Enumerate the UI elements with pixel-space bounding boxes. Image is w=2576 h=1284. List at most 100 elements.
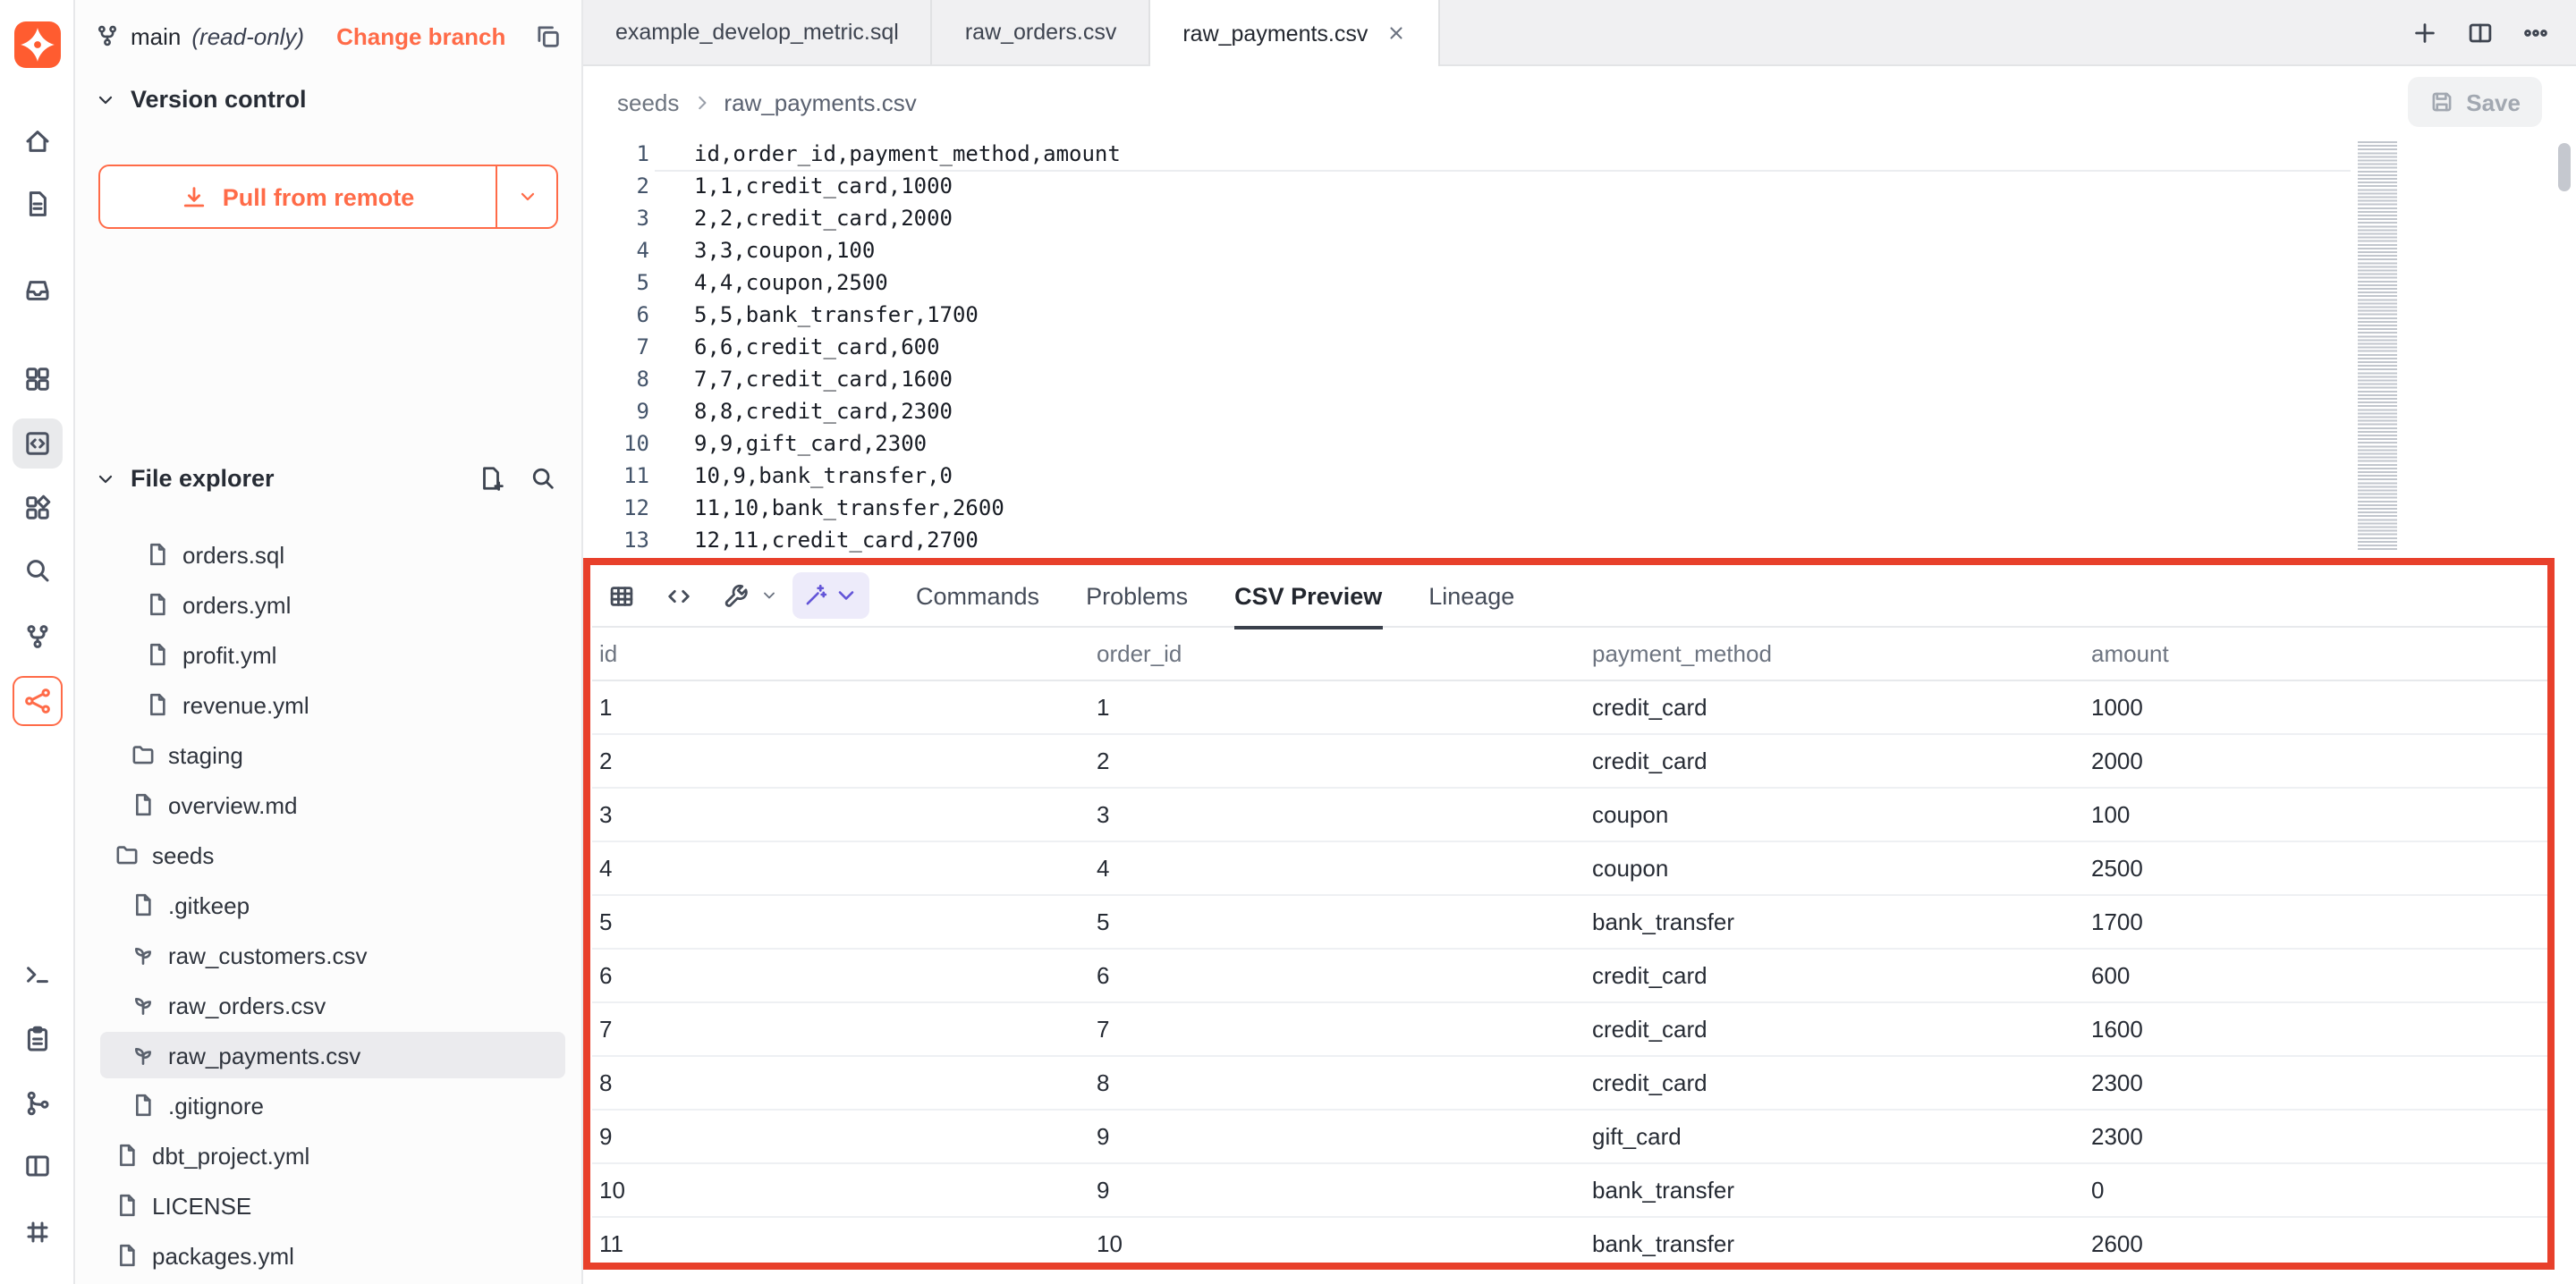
change-branch-link[interactable]: Change branch	[336, 22, 505, 49]
panel-tab-lineage[interactable]: Lineage	[1428, 564, 1514, 627]
file-item-profit-yml[interactable]: profit.yml	[75, 629, 581, 680]
file-item-overview-md[interactable]: overview.md	[75, 780, 581, 830]
table-cell: bank_transfer	[1585, 1177, 2084, 1204]
tab-raw-payments-csv[interactable]: raw_payments.csv	[1150, 0, 1439, 66]
code-line[interactable]: 11,10,bank_transfer,2600	[694, 492, 2343, 524]
version-control-header[interactable]: Version control	[95, 86, 556, 113]
terminal-icon[interactable]	[13, 950, 63, 1000]
file-item-raw-orders-csv[interactable]: raw_orders.csv	[75, 980, 581, 1030]
code-line[interactable]: 1,1,credit_card,1000	[694, 170, 2343, 202]
inbox-icon[interactable]	[13, 265, 63, 315]
table-row: 77credit_card1600	[592, 1003, 2547, 1057]
code-line[interactable]: 7,7,credit_card,1600	[694, 363, 2343, 395]
pull-from-remote-button[interactable]: Pull from remote	[98, 165, 558, 229]
file-item-dbt-project-yml[interactable]: dbt_project.yml	[75, 1130, 581, 1180]
table-cell: 1	[592, 694, 1089, 721]
code-line[interactable]: 8,8,credit_card,2300	[694, 395, 2343, 427]
folder-item-staging[interactable]: staging	[75, 730, 581, 780]
tab-close-icon[interactable]	[1385, 23, 1405, 43]
table-row: 1110bank_transfer2600	[592, 1218, 2547, 1270]
grid-icon[interactable]	[13, 354, 63, 404]
line-number: 13	[583, 524, 649, 556]
file-explorer-header[interactable]: File explorer	[95, 465, 556, 492]
file-item-gitkeep[interactable]: .gitkeep	[75, 880, 581, 930]
file-item-packages-yml[interactable]: packages.yml	[75, 1230, 581, 1280]
file-item-license[interactable]: LICENSE	[75, 1180, 581, 1230]
file-text-icon[interactable]	[13, 179, 63, 229]
table-cell: 0	[2084, 1177, 2547, 1204]
code-line[interactable]: 12,11,credit_card,2700	[694, 524, 2343, 556]
git-branch-icon[interactable]	[13, 612, 63, 662]
search-icon[interactable]	[13, 545, 63, 596]
tab-example-develop-metric-sql[interactable]: example_develop_metric.sql	[583, 0, 933, 64]
git-branch-icon	[95, 23, 120, 48]
table-icon[interactable]	[599, 574, 642, 617]
table-cell: 2500	[2084, 855, 2547, 882]
table-cell: gift_card	[1585, 1123, 2084, 1150]
code-line[interactable]: id,order_id,payment_method,amount	[694, 138, 2343, 170]
code-editor[interactable]: 1 2 3 4 5 6 7 8 9 10 11 12 13 id,order_i…	[583, 138, 2576, 558]
layout-columns-icon[interactable]	[13, 1141, 63, 1191]
code-line[interactable]: 6,6,credit_card,600	[694, 331, 2343, 363]
code-line[interactable]: 4,4,coupon,2500	[694, 266, 2343, 299]
table-cell: credit_card	[1585, 1016, 2084, 1043]
grid-small-icon[interactable]	[13, 1207, 63, 1257]
column-header: payment_method	[1585, 640, 2084, 667]
file-item-raw-payments-csv[interactable]: raw_payments.csv	[75, 1030, 581, 1080]
panel-tab-problems[interactable]: Problems	[1086, 564, 1188, 627]
clipboard-icon[interactable]	[13, 1014, 63, 1064]
search-icon[interactable]	[530, 465, 556, 492]
code-line[interactable]: 9,9,gift_card,2300	[694, 427, 2343, 460]
minimap[interactable]	[2358, 141, 2397, 551]
git-merge-icon[interactable]	[13, 1078, 63, 1128]
breadcrumb-folder[interactable]: seeds	[617, 89, 679, 115]
code-line[interactable]: 2,2,credit_card,2000	[694, 202, 2343, 234]
code-line[interactable]: 3,3,coupon,100	[694, 234, 2343, 266]
new-file-icon[interactable]	[478, 465, 504, 492]
app-window: main (read-only) Change branch Version c…	[0, 0, 2576, 1284]
icon-rail	[0, 0, 75, 1284]
line-number: 11	[583, 460, 649, 492]
folder-icon	[114, 842, 140, 867]
file-item-orders-yml[interactable]: orders.yml	[75, 579, 581, 629]
widgets-icon[interactable]	[13, 483, 63, 533]
editor-content[interactable]: id,order_id,payment_method,amount 1,1,cr…	[694, 138, 2343, 556]
branch-bar: main (read-only) Change branch	[75, 0, 581, 72]
wrench-icon	[714, 574, 757, 617]
new-tab-icon[interactable]	[2411, 19, 2438, 46]
panel-tab-commands[interactable]: Commands	[916, 564, 1039, 627]
copy-icon[interactable]	[535, 22, 562, 49]
tab-raw-orders-csv[interactable]: raw_orders.csv	[933, 0, 1151, 64]
table-cell: 4	[1089, 855, 1585, 882]
panel-tab-label: Lineage	[1428, 582, 1514, 609]
seed-icon	[131, 1043, 156, 1068]
build-options-button[interactable]	[714, 574, 778, 617]
file-item-orders-sql[interactable]: orders.sql	[75, 529, 581, 579]
scrollbar-thumb[interactable]	[2558, 143, 2571, 191]
folder-item-seeds[interactable]: seeds	[75, 830, 581, 880]
magic-wand-button[interactable]	[792, 572, 869, 619]
file-label: raw_customers.csv	[168, 942, 368, 968]
panel-tab-csv-preview[interactable]: CSV Preview	[1234, 564, 1382, 627]
code-editor-icon[interactable]	[13, 418, 63, 469]
table-cell: 5	[592, 908, 1089, 935]
ellipsis-icon[interactable]	[2522, 19, 2549, 46]
code-line[interactable]: 5,5,bank_transfer,1700	[694, 299, 2343, 331]
file-item-revenue-yml[interactable]: revenue.yml	[75, 680, 581, 730]
file-icon	[145, 592, 170, 617]
code-icon[interactable]	[657, 574, 699, 617]
file-icon	[131, 892, 156, 917]
line-number: 6	[583, 299, 649, 331]
dbt-logo[interactable]	[14, 21, 61, 68]
pull-options-caret[interactable]	[496, 166, 556, 227]
save-button[interactable]: Save	[2407, 77, 2542, 127]
table-cell: 1000	[2084, 694, 2547, 721]
file-item-gitignore[interactable]: .gitignore	[75, 1080, 581, 1130]
line-number: 12	[583, 492, 649, 524]
home-icon[interactable]	[13, 116, 63, 166]
file-icon	[131, 1093, 156, 1118]
file-item-raw-customers-csv[interactable]: raw_customers.csv	[75, 930, 581, 980]
split-view-icon[interactable]	[2467, 19, 2494, 46]
code-line[interactable]: 10,9,bank_transfer,0	[694, 460, 2343, 492]
lineage-icon[interactable]	[13, 676, 63, 726]
